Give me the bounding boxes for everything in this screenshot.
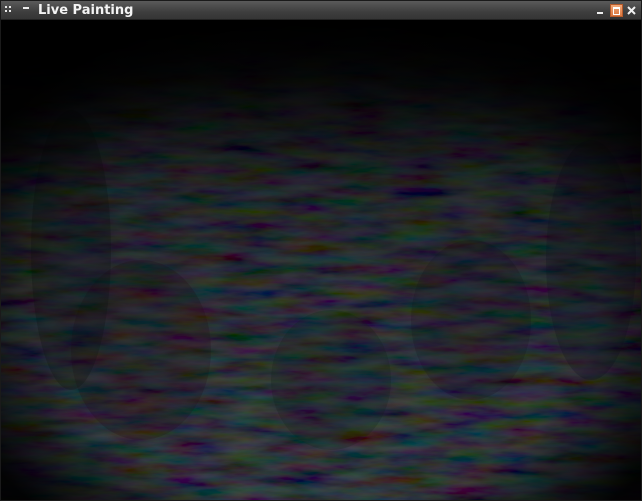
window-menu-icon[interactable]	[5, 6, 13, 14]
maximize-icon[interactable]	[610, 4, 623, 17]
title-bar[interactable]: Live Painting	[1, 1, 641, 20]
painting-texture	[1, 20, 641, 500]
live-painting-window: Live Painting	[0, 0, 642, 501]
painting-canvas[interactable]	[1, 20, 641, 500]
minimize-icon[interactable]	[595, 5, 606, 16]
close-icon[interactable]	[626, 5, 637, 16]
shade-icon[interactable]	[22, 4, 31, 13]
window-title: Live Painting	[38, 3, 134, 18]
